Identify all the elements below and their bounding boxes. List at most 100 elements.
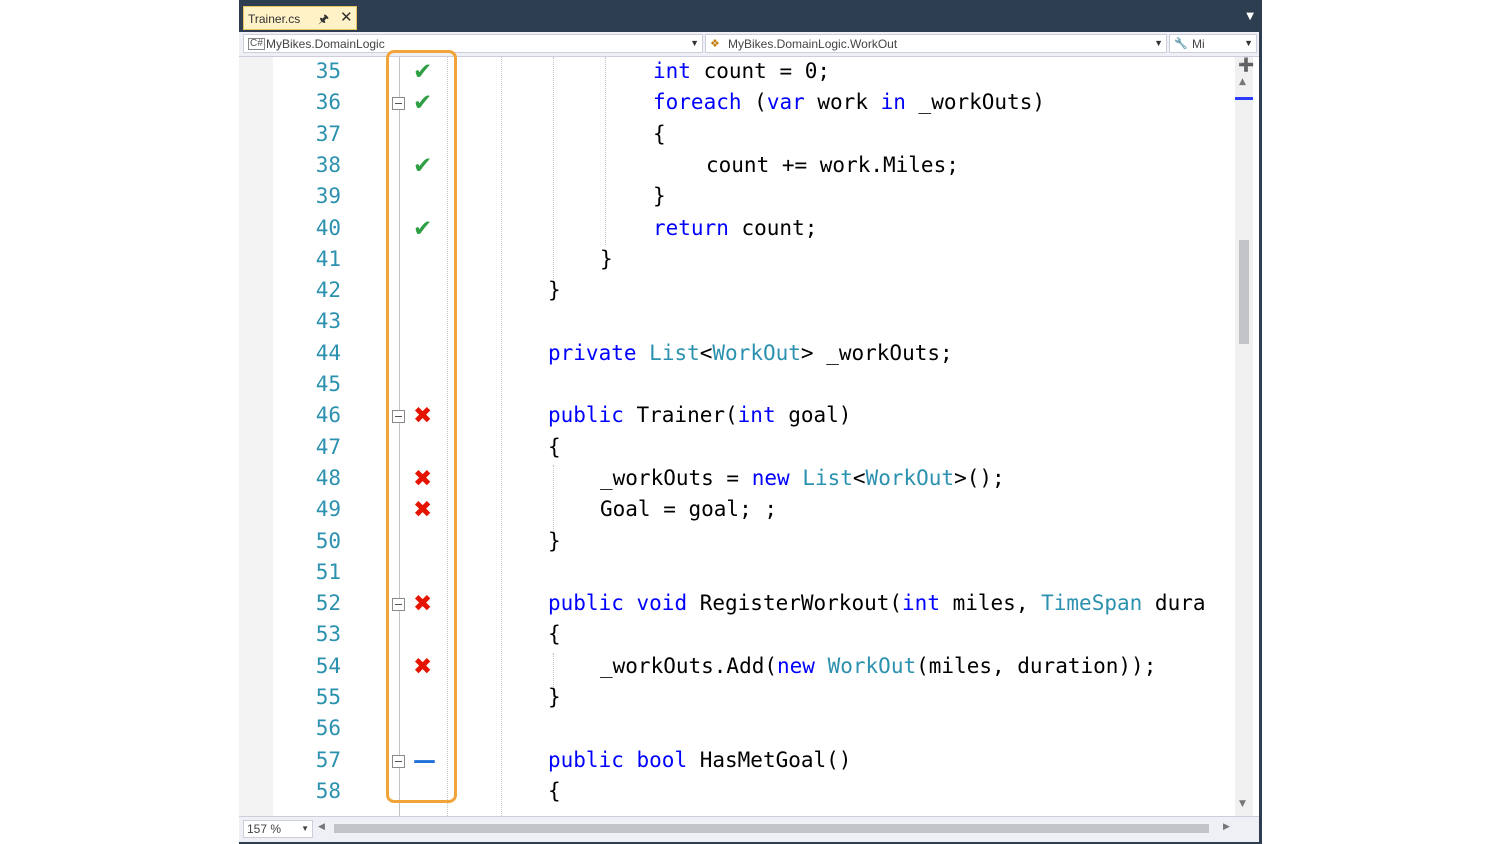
type-token: WorkOut — [827, 653, 917, 678]
code-token: >(); — [954, 465, 1005, 490]
code-text: } — [548, 685, 561, 709]
code-editor[interactable]: 35 ✔ int count = 0; 36 ✔ foreach (var work in… — [239, 50, 1262, 816]
line-number: 53 — [315, 622, 341, 647]
keyword-token: bool — [636, 747, 688, 772]
line-number: 39 — [315, 184, 341, 209]
code-text: } — [548, 278, 561, 303]
line-number: 38 — [315, 152, 341, 177]
keyword-token: void — [636, 591, 688, 616]
keyword-token: int — [653, 59, 691, 83]
line-number: 51 — [315, 559, 341, 584]
line-number: 41 — [315, 246, 341, 271]
code-token: dura — [1142, 591, 1206, 616]
pin-icon[interactable]: 🖈 — [318, 10, 329, 31]
keyword-token: in — [880, 90, 906, 115]
window-border-right — [1259, 0, 1262, 844]
keyword-token: public — [548, 747, 624, 772]
code-text: count += work.Miles; — [706, 152, 959, 177]
chevron-down-icon: ▼ — [1154, 38, 1163, 48]
keyword-token: private — [548, 340, 637, 365]
code-text: public Trainer(int goal) — [548, 403, 851, 427]
project-combo[interactable]: C# MyBikes.DomainLogic ▼ — [243, 34, 703, 53]
line-number: 42 — [315, 278, 341, 303]
editor-status-bar: 157 % ▼ ◀ ▶ — [239, 816, 1262, 843]
line-number: 48 — [315, 465, 341, 490]
wrench-icon: 🔧 — [1174, 38, 1188, 50]
type-token: List — [802, 465, 853, 490]
scroll-left-icon[interactable]: ◀ — [318, 822, 325, 832]
chevron-down-icon: ▼ — [301, 824, 309, 833]
csharp-project-icon: C# — [248, 38, 265, 50]
line-number: 40 — [315, 215, 341, 240]
code-token: RegisterWorkout( — [687, 591, 903, 616]
code-text: Goal = goal; ; — [600, 497, 778, 522]
code-token: _workOuts = — [600, 465, 752, 490]
scroll-up-icon[interactable]: ▲ — [1239, 77, 1246, 87]
scroll-down-icon[interactable]: ▼ — [1239, 799, 1246, 809]
split-icon[interactable]: ➕ — [1238, 58, 1254, 73]
keyword-token: int — [737, 403, 776, 428]
keyword-token: new — [751, 465, 790, 490]
line-number: 44 — [315, 340, 341, 365]
scroll-right-icon[interactable]: ▶ — [1223, 822, 1230, 832]
keyword-token: new — [777, 653, 815, 678]
code-text: public void RegisterWorkout(int miles, T… — [548, 591, 1206, 615]
line-number: 43 — [315, 309, 341, 334]
code-token: < — [852, 465, 866, 490]
line-number: 35 — [315, 59, 341, 83]
line-number: 54 — [315, 653, 341, 678]
vertical-scroll-thumb[interactable] — [1239, 240, 1249, 344]
vertical-scrollbar[interactable]: ➕ ▲ ▼ — [1235, 57, 1254, 816]
keyword-token: public — [548, 591, 624, 616]
line-number: 47 — [315, 434, 341, 459]
code-text: } — [653, 184, 666, 209]
chevron-down-icon: ▼ — [1244, 38, 1253, 48]
code-token: ( — [741, 90, 767, 115]
keyword-token: foreach — [653, 90, 742, 115]
line-number: 55 — [315, 685, 341, 709]
caret-position-marker — [1235, 97, 1253, 100]
code-token: work — [804, 90, 881, 115]
class-icon: ❖ — [710, 38, 720, 50]
line-number: 58 — [315, 778, 341, 803]
line-number: 49 — [315, 497, 341, 522]
code-text: { — [548, 622, 561, 647]
zoom-combo[interactable]: 157 % ▼ — [243, 820, 313, 838]
line-number: 56 — [315, 716, 341, 741]
code-text: { — [548, 778, 561, 803]
code-text: { — [548, 434, 561, 459]
line-number: 52 — [315, 591, 341, 616]
code-token: (miles, duration)); — [916, 653, 1157, 678]
coverage-highlight-box — [386, 50, 457, 803]
code-text: foreach (var work in _workOuts) — [653, 90, 1045, 114]
type-combo[interactable]: ❖ MyBikes.DomainLogic.WorkOut ▼ — [705, 34, 1167, 53]
code-text: int count = 0; — [653, 59, 830, 83]
type-token: WorkOut — [712, 340, 801, 365]
ide-window: Trainer.cs 🖈 ✕ ▼ C# MyBikes.DomainLogic … — [239, 0, 1262, 844]
close-icon[interactable]: ✕ — [340, 8, 353, 26]
code-token: _workOuts.Add( — [600, 653, 778, 678]
code-token: Trainer( — [623, 403, 738, 428]
line-number: 37 — [315, 121, 341, 146]
code-text: _workOuts.Add(new WorkOut(miles, duratio… — [600, 654, 1156, 678]
line-number: 50 — [315, 528, 341, 553]
code-text: _workOuts = new List<WorkOut>(); — [600, 466, 1005, 490]
tab-overflow-icon[interactable]: ▼ — [1246, 11, 1254, 22]
line-number: 36 — [315, 90, 341, 115]
tab-label: Trainer.cs — [248, 12, 301, 26]
member-combo[interactable]: 🔧 Mi ▼ — [1169, 34, 1257, 53]
horizontal-scroll-thumb[interactable] — [334, 824, 1209, 833]
keyword-token: var — [766, 90, 805, 115]
code-token: goal) — [775, 403, 852, 428]
tab-trainer-cs[interactable]: Trainer.cs 🖈 ✕ — [243, 6, 357, 30]
code-token: < — [699, 340, 713, 365]
member-combo-value: Mi — [1192, 37, 1205, 51]
zoom-level: 157 % — [247, 822, 282, 836]
code-token: _workOuts) — [905, 90, 1045, 115]
line-number: 45 — [315, 372, 341, 396]
keyword-token: int — [902, 591, 940, 616]
